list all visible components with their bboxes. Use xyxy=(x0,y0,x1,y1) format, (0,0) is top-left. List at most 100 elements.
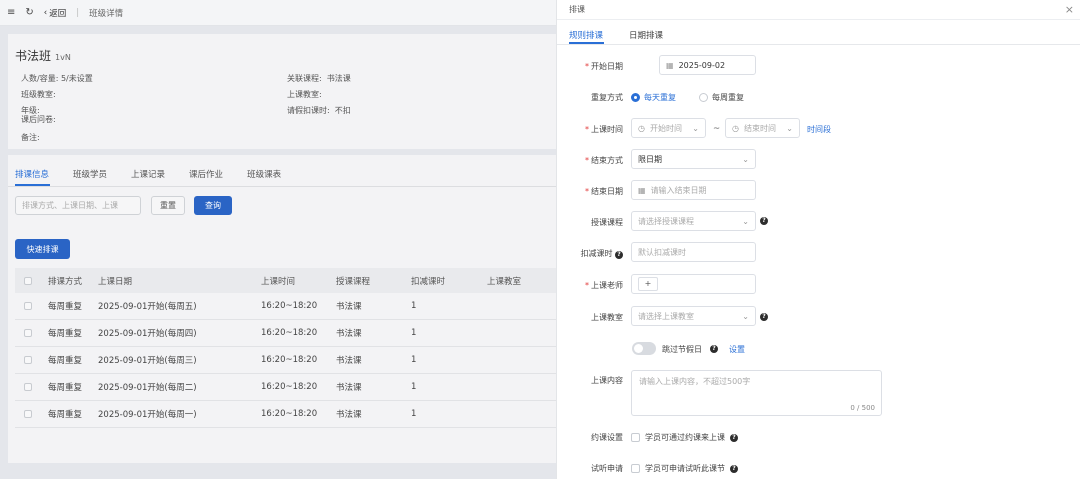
room-select[interactable]: 请选择上课教室 ⌄ xyxy=(631,306,756,326)
breadcrumb: 班级详情 xyxy=(89,8,124,19)
deduct-label: 扣减课时 ? xyxy=(553,248,623,259)
char-count: 0 / 500 xyxy=(850,404,875,412)
end-mode-label: * 结束方式 xyxy=(585,156,623,165)
start-date-field[interactable]: ▦ 2025-09-02 xyxy=(659,55,756,75)
help-icon[interactable]: ? xyxy=(730,433,738,442)
chevron-down-icon: ⌄ xyxy=(742,217,749,226)
info-leave: 请假扣课时: 不扣 xyxy=(287,106,351,115)
repeat-weekly-radio[interactable]: 每周重复 xyxy=(699,92,744,103)
refresh-icon[interactable]: ↻ xyxy=(25,7,33,18)
back-button[interactable]: ‹ 返回 xyxy=(44,7,66,19)
end-date-field[interactable]: ▦ 请输入结束日期 xyxy=(631,180,756,200)
info-course: 关联课程: 书法课 xyxy=(287,74,351,83)
chevron-down-icon: ⌄ xyxy=(786,124,793,133)
header-time: 上课时间 xyxy=(261,276,296,287)
help-icon[interactable]: ? xyxy=(760,313,768,321)
end-time-field[interactable]: ◷ 结束时间 ⌄ xyxy=(725,118,800,138)
reset-button[interactable]: 重置 xyxy=(151,196,185,215)
time-label: * 上课时间 xyxy=(585,125,623,134)
header-room: 上课教室 xyxy=(487,276,522,287)
back-label: 返回 xyxy=(49,8,67,19)
skip-holiday-label: 跳过节假日 xyxy=(662,345,702,354)
schedule-table: 排课方式 上课日期 上课时间 授课课程 扣减课时 上课教室 每周重复 2025-… xyxy=(15,268,556,428)
info-class-room: 班级教室: xyxy=(21,90,56,99)
class-title: 书法班 1vN xyxy=(15,47,71,64)
table-row[interactable]: 每周重复 2025-09-01开始(每周三) 16:20~18:20 书法课 1 xyxy=(15,347,556,374)
table-row[interactable]: 每周重复 2025-09-01开始(每周五) 16:20~18:20 书法课 1 xyxy=(15,293,556,320)
skip-holiday-toggle[interactable] xyxy=(632,342,656,355)
help-icon[interactable]: ? xyxy=(760,217,768,225)
row-checkbox[interactable] xyxy=(24,410,32,418)
class-code: 1vN xyxy=(55,53,71,62)
repeat-daily-radio[interactable]: 每天重复 xyxy=(631,92,676,103)
chevron-down-icon: ⌄ xyxy=(742,312,749,321)
time-slot-link[interactable]: 时间段 xyxy=(807,124,831,135)
trial-label: 试听申请 xyxy=(591,464,623,473)
info-capacity: 人数/容量: 5/未设置 xyxy=(21,74,93,83)
drawer-tabs: 规则排课 日期排课 xyxy=(569,29,689,41)
tab-baseline xyxy=(8,186,556,187)
chevron-down-icon: ⌄ xyxy=(692,124,699,133)
booking-label: 约课设置 xyxy=(591,433,623,442)
row-checkbox[interactable] xyxy=(24,302,32,310)
info-survey: 课后问卷: xyxy=(21,115,56,124)
drawer-title: 排课 xyxy=(569,5,585,14)
select-all-checkbox[interactable] xyxy=(24,276,32,285)
course-label: 授课课程 xyxy=(591,218,623,227)
room-label: 上课教室 xyxy=(591,313,623,322)
repeat-label: 重复方式 xyxy=(591,93,623,102)
trial-checkbox[interactable]: 学员可申请试听此课节? xyxy=(631,463,738,474)
calendar-icon: ▦ xyxy=(638,185,646,195)
table-row[interactable]: 每周重复 2025-09-01开始(每周一) 16:20~18:20 书法课 1 xyxy=(15,401,556,428)
tab-schedule[interactable]: 排课信息 xyxy=(15,168,49,180)
tab-homework[interactable]: 课后作业 xyxy=(189,168,223,180)
teacher-label: * 上课老师 xyxy=(585,281,623,290)
holiday-settings-link[interactable]: 设置 xyxy=(729,344,745,355)
header-mode: 排课方式 xyxy=(48,276,83,287)
tab-students[interactable]: 班级学员 xyxy=(73,168,107,180)
booking-checkbox[interactable]: 学员可通过约课来上课? xyxy=(631,432,738,443)
help-icon[interactable]: ? xyxy=(615,251,623,259)
table-row[interactable]: 每周重复 2025-09-01开始(每周四) 16:20~18:20 书法课 1 xyxy=(15,320,556,347)
drawer-header: 排课 xyxy=(557,0,1080,20)
info-remark: 备注: xyxy=(21,133,40,142)
drawer-tab-baseline xyxy=(557,44,1080,45)
content-textarea[interactable]: 请输入上课内容，不超过500字 0 / 500 xyxy=(631,370,882,416)
row-checkbox[interactable] xyxy=(24,329,32,337)
tab-rule-schedule[interactable]: 规则排课 xyxy=(569,29,603,41)
calendar-icon: ▦ xyxy=(666,60,674,70)
help-icon[interactable]: ? xyxy=(710,345,718,353)
content-label: 上课内容 xyxy=(591,376,623,385)
checkbox-icon xyxy=(631,433,640,442)
header-deduct: 扣减课时 xyxy=(411,276,446,287)
end-mode-select[interactable]: 限日期 ⌄ xyxy=(631,149,756,169)
radio-unchecked-icon xyxy=(699,93,708,102)
header-date: 上课日期 xyxy=(98,276,133,287)
checkbox-icon xyxy=(631,464,640,473)
table-row[interactable]: 每周重复 2025-09-01开始(每周二) 16:20~18:20 书法课 1 xyxy=(15,374,556,401)
deduct-field[interactable]: 默认扣减课时 xyxy=(631,242,756,262)
radio-checked-icon xyxy=(631,93,640,102)
end-date-label: * 结束日期 xyxy=(585,187,623,196)
menu-icon[interactable]: ≡ xyxy=(7,7,15,18)
start-time-field[interactable]: ◷ 开始时间 ⌄ xyxy=(631,118,706,138)
start-date-label: * 开始日期 xyxy=(585,62,623,71)
row-checkbox[interactable] xyxy=(24,356,32,364)
course-select[interactable]: 请选择授课课程 ⌄ xyxy=(631,211,756,231)
quick-schedule-button[interactable]: 快速排课 xyxy=(15,239,70,259)
help-icon[interactable]: ? xyxy=(730,464,738,473)
tab-records[interactable]: 上课记录 xyxy=(131,168,165,180)
chevron-down-icon: ⌄ xyxy=(742,155,749,164)
tab-timetable[interactable]: 班级课表 xyxy=(247,168,281,180)
close-icon[interactable]: × xyxy=(1065,3,1074,16)
query-button[interactable]: 查询 xyxy=(194,196,232,215)
filter-input[interactable]: 排课方式、上课日期、上课 xyxy=(15,196,141,215)
teacher-field[interactable]: + xyxy=(631,274,756,294)
time-separator: ~ xyxy=(713,124,721,134)
clock-icon: ◷ xyxy=(638,123,645,133)
row-checkbox[interactable] xyxy=(24,383,32,391)
chevron-left-icon: ‹ xyxy=(43,7,48,18)
add-teacher-button[interactable]: + xyxy=(638,277,658,291)
table-header: 排课方式 上课日期 上课时间 授课课程 扣减课时 上课教室 xyxy=(15,268,556,293)
tab-date-schedule[interactable]: 日期排课 xyxy=(629,29,663,41)
